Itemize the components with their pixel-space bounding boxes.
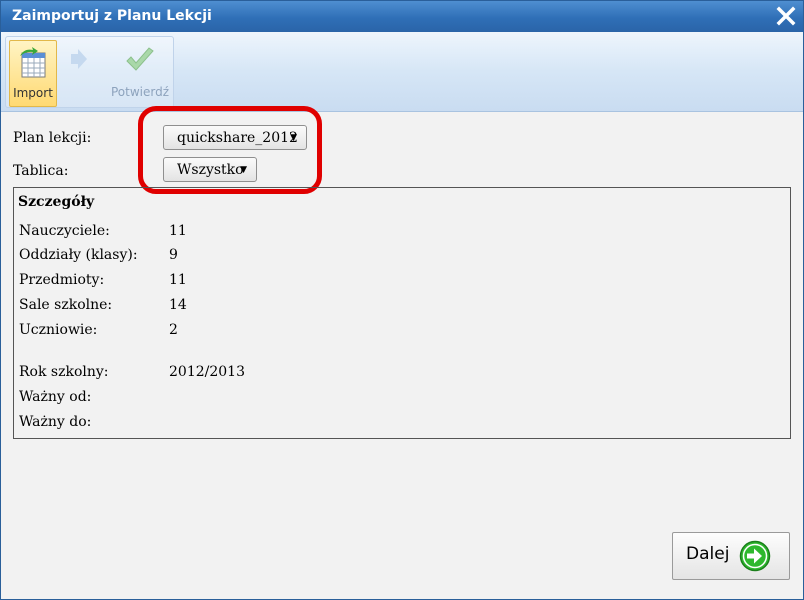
- school-year-label: Rok szkolny:: [19, 364, 109, 380]
- toolbar: Import Potwierdź: [1, 32, 803, 112]
- confirm-button[interactable]: Potwierdź: [109, 40, 171, 105]
- spreadsheet-import-icon: [18, 47, 48, 82]
- students-value: 2: [169, 322, 178, 338]
- classrooms-value: 14: [169, 297, 187, 313]
- plan-label: Plan lekcji:: [13, 130, 92, 146]
- teachers-value: 11: [169, 223, 187, 239]
- confirm-label: Potwierdź: [110, 85, 170, 99]
- next-button[interactable]: Dalej: [672, 532, 790, 580]
- import-label: Import: [13, 86, 53, 100]
- checkmark-icon: [124, 46, 156, 77]
- arrow-right-icon: [69, 46, 89, 75]
- students-label: Uczniowie:: [19, 322, 98, 338]
- next-label: Dalej: [686, 544, 730, 564]
- subjects-label: Przedmioty:: [19, 272, 105, 288]
- toolbar-group: Import Potwierdź: [5, 36, 174, 108]
- classes-value: 9: [169, 247, 178, 263]
- dialog-title: Zaimportuj z Planu Lekcji: [12, 8, 212, 24]
- import-dialog: Zaimportuj z Planu Lekcji Import Potwier…: [0, 0, 804, 600]
- classes-label: Oddziały (klasy):: [19, 247, 138, 263]
- valid-to-label: Ważny do:: [19, 414, 92, 430]
- next-step-arrow: [68, 40, 90, 105]
- close-icon[interactable]: [775, 5, 797, 27]
- subjects-value: 11: [169, 272, 187, 288]
- school-year-value: 2012/2013: [169, 364, 245, 380]
- highlight-annotation: [138, 106, 322, 194]
- valid-from-label: Ważny od:: [19, 389, 92, 405]
- teachers-label: Nauczyciele:: [19, 223, 110, 239]
- arrow-right-circle-icon: [739, 540, 771, 576]
- title-bar[interactable]: Zaimportuj z Planu Lekcji: [1, 1, 803, 32]
- import-button[interactable]: Import: [9, 40, 57, 107]
- details-panel: Szczegóły Nauczyciele: 11 Oddziały (klas…: [13, 187, 791, 439]
- classrooms-label: Sale szkolne:: [19, 297, 113, 313]
- board-label: Tablica:: [13, 163, 69, 179]
- details-title: Szczegóły: [18, 194, 95, 210]
